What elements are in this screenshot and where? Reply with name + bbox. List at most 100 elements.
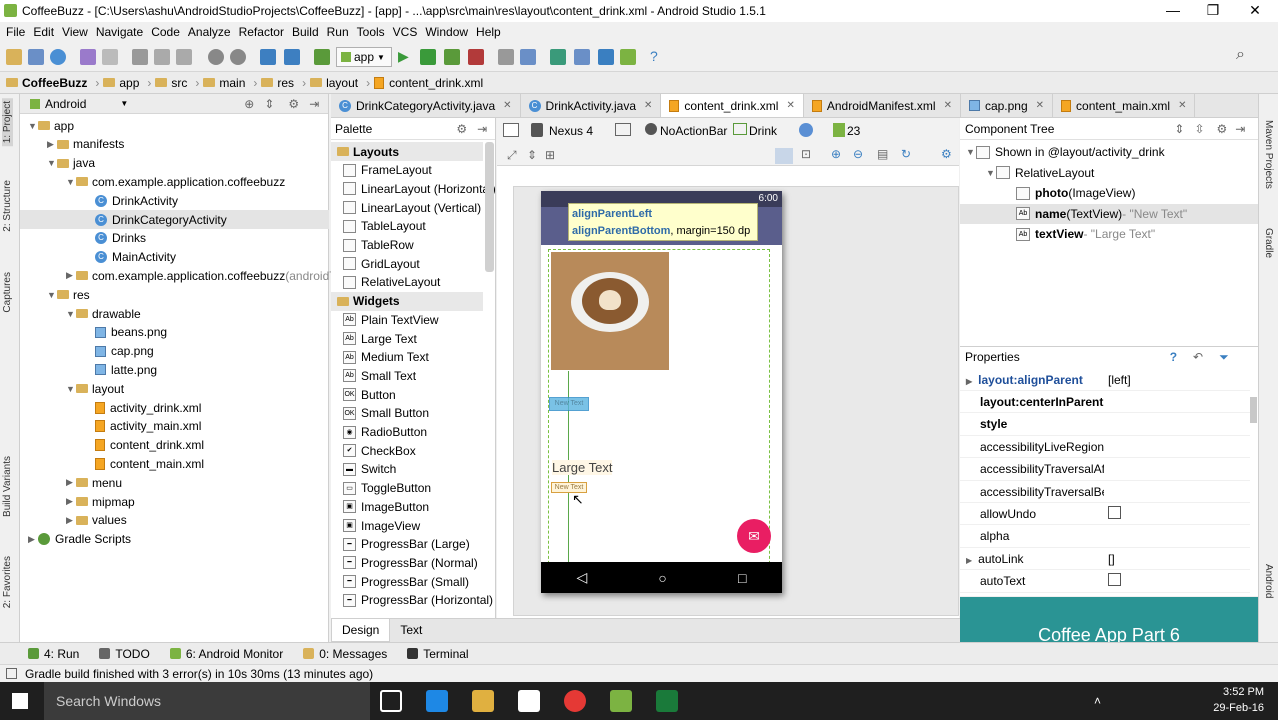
palette-item[interactable]: ▣ ImageView	[331, 516, 420, 535]
run-config-select[interactable]: app ▼	[336, 47, 392, 67]
stop-icon[interactable]	[468, 49, 484, 65]
nav-recent-icon[interactable]: □	[738, 570, 746, 586]
api-level-select[interactable]: 23	[847, 124, 860, 138]
palette-group[interactable]: Layouts	[331, 142, 483, 161]
collapse-all-icon[interactable]: ⇳	[1194, 122, 1204, 136]
palette-item[interactable]: OK Small Button	[331, 404, 429, 423]
property-value[interactable]: [left]	[1104, 373, 1131, 387]
close-icon[interactable]: ✕	[786, 100, 794, 111]
tool-window-run[interactable]: 4: Run	[28, 647, 79, 661]
help-icon[interactable]: ?	[1170, 350, 1177, 364]
tree-item[interactable]: content_drink.xml	[20, 436, 204, 455]
taskbar-search[interactable]: Search Windows	[44, 682, 370, 720]
tree-item[interactable]: ▶ Gradle Scripts	[20, 530, 131, 549]
hide-icon[interactable]: ⇥	[1235, 122, 1245, 136]
palette-item[interactable]: ◉ RadioButton	[331, 423, 427, 442]
checkbox[interactable]	[1108, 573, 1121, 587]
palette-scrollbar[interactable]	[485, 142, 494, 272]
chevron-down-icon[interactable]: ▼	[120, 99, 128, 108]
menu-analyze[interactable]: Analyze	[188, 25, 231, 39]
property-value[interactable]: []	[1104, 552, 1115, 566]
photo-imageview[interactable]	[551, 252, 669, 370]
breadcrumb-item[interactable]: res	[261, 76, 294, 90]
breadcrumb-item[interactable]: app	[103, 76, 139, 90]
tool-tab-android[interactable]: Android	[1263, 564, 1274, 598]
menu-window[interactable]: Window	[425, 25, 468, 39]
zoom-actual-icon[interactable]	[775, 148, 793, 164]
windows-start-icon[interactable]	[12, 693, 28, 709]
tree-item[interactable]: content_main.xml	[20, 454, 204, 473]
expand-icon[interactable]: ⇕	[527, 148, 537, 162]
android-studio-taskbar-icon[interactable]	[610, 690, 632, 712]
editor-tab[interactable]: AndroidManifest.xml ✕	[804, 94, 961, 117]
large-text-view[interactable]: Large Text	[552, 460, 613, 475]
locale-icon[interactable]	[799, 123, 813, 137]
property-row[interactable]: accessibilityLiveRegion	[960, 436, 1250, 459]
tree-item[interactable]: C DrinkActivity	[20, 191, 178, 210]
save-icon[interactable]	[28, 49, 44, 65]
camtasia-icon[interactable]	[656, 690, 678, 712]
tree-item[interactable]: cap.png	[20, 342, 154, 361]
tree-item[interactable]: C MainActivity	[20, 248, 176, 267]
gear-icon[interactable]: ⚙	[288, 97, 299, 111]
tool-tab-favorites[interactable]: 2: Favorites	[2, 556, 13, 608]
palette-item[interactable]: ✔ CheckBox	[331, 441, 416, 460]
nav-back-icon[interactable]: ◁	[577, 569, 588, 586]
editor-tab[interactable]: C DrinkCategoryActivity.java ✕	[331, 94, 521, 117]
chrome-icon[interactable]	[564, 690, 586, 712]
expand-arrow-icon[interactable]: ▶	[66, 477, 76, 488]
expand-all-icon[interactable]: ⇕	[1174, 122, 1184, 136]
property-value[interactable]	[1104, 505, 1121, 522]
checkbox[interactable]	[1108, 505, 1121, 519]
palette-item[interactable]: TableRow	[331, 236, 414, 255]
zoom-fit-screen-icon[interactable]: ⊡	[801, 147, 811, 161]
breadcrumb-item[interactable]: CoffeeBuzz	[6, 76, 87, 90]
tree-item[interactable]: ▶ menu	[20, 473, 122, 492]
tray-up-arrow-icon[interactable]: ˄	[1094, 694, 1101, 708]
orientation-icon[interactable]	[615, 123, 631, 136]
tree-item[interactable]: ▶ mipmap	[20, 492, 135, 511]
paste-icon[interactable]	[176, 49, 192, 65]
component-tree-item[interactable]: ▼ RelativeLayout	[960, 163, 1094, 183]
sdk-manager-icon[interactable]	[598, 49, 614, 65]
expand-arrow-icon[interactable]: ▶	[66, 496, 76, 507]
debug-icon[interactable]	[420, 49, 436, 65]
palette-item[interactable]: Ab Medium Text	[331, 348, 429, 367]
expand-arrow-icon[interactable]: ▶	[47, 139, 57, 150]
editor-tab[interactable]: content_main.xml ✕	[1053, 94, 1196, 117]
tree-item[interactable]: ▶ com.example.application.coffeebuzz (and…	[20, 266, 355, 285]
tool-tab-maven[interactable]: Maven Projects	[1263, 120, 1274, 189]
avd-manager-icon[interactable]	[574, 49, 590, 65]
tree-item[interactable]: ▶ manifests	[20, 135, 124, 154]
layout-preview-icon[interactable]	[503, 123, 519, 137]
expand-arrow-icon[interactable]: ▼	[66, 177, 76, 187]
palette-item[interactable]: ▬ Switch	[331, 460, 396, 479]
expand-arrow-icon[interactable]: ▼	[47, 290, 57, 300]
palette-item[interactable]: FrameLayout	[331, 161, 432, 180]
tool-tab-project[interactable]: 1: Project	[2, 98, 13, 147]
expand-arrow-icon[interactable]: ▼	[986, 168, 996, 178]
property-row[interactable]: style	[960, 414, 1250, 436]
tree-item[interactable]: beans.png	[20, 323, 167, 342]
status-toggle-icon[interactable]	[6, 668, 17, 679]
expand-arrow-icon[interactable]: ▶	[66, 270, 76, 281]
tree-item[interactable]: ▼ app	[20, 116, 74, 135]
store-icon[interactable]	[518, 690, 540, 712]
tool-tab-captures[interactable]: Captures	[2, 272, 13, 313]
tool-window-messages[interactable]: 0: Messages	[303, 647, 387, 661]
menu-view[interactable]: View	[62, 25, 88, 39]
forward-icon[interactable]	[284, 49, 300, 65]
property-row[interactable]: alpha	[960, 526, 1250, 548]
close-icon[interactable]: ✕	[503, 100, 511, 111]
expand-arrow-icon[interactable]: ▶	[966, 377, 972, 386]
menu-code[interactable]: Code	[151, 25, 180, 39]
tree-item[interactable]: ▼ drawable	[20, 304, 141, 323]
breadcrumb-item[interactable]: main	[203, 76, 245, 90]
filter-icon[interactable]: ⏷	[1219, 350, 1229, 365]
activity-select[interactable]: Drink	[749, 124, 777, 138]
palette-item[interactable]: ━ ProgressBar (Large)	[331, 535, 470, 554]
expand-arrow-icon[interactable]: ▼	[966, 147, 976, 157]
gear-icon[interactable]: ⚙	[456, 122, 467, 136]
replace-icon[interactable]	[230, 49, 246, 65]
component-tree-item[interactable]: Ab name (TextView) - "New Text"	[960, 203, 1258, 224]
